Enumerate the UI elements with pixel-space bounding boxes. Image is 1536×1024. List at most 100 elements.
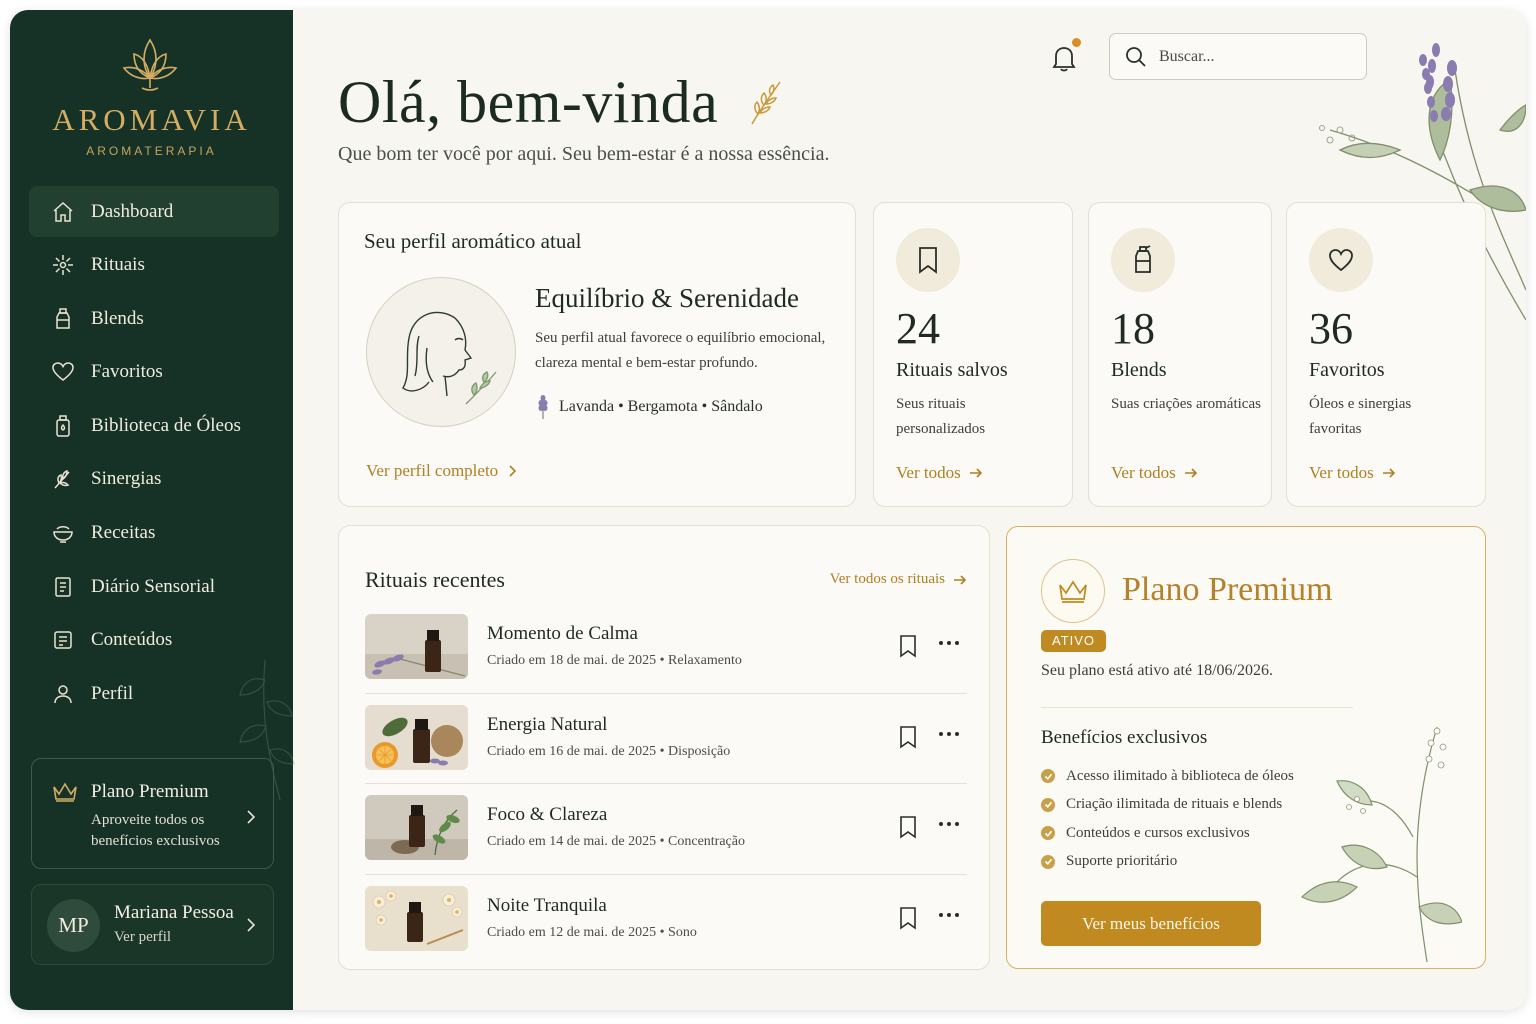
see-all-favoritos-link[interactable]: Ver todos: [1309, 463, 1396, 483]
search-box[interactable]: [1109, 33, 1367, 80]
more-options-icon[interactable]: [938, 730, 960, 738]
herb-illustration: [1300, 726, 1462, 962]
chevron-right-icon: [247, 918, 256, 932]
content-icon: [50, 627, 76, 653]
view-benefits-button[interactable]: Ver meus benefícios: [1041, 901, 1261, 946]
list-item[interactable]: Noite Tranquila Criado em 12 de mai. de …: [365, 875, 967, 966]
list-item[interactable]: Momento de Calma Criado em 18 de mai. de…: [365, 603, 967, 694]
sidebar-item-diario[interactable]: Diário Sensorial: [29, 561, 279, 612]
benefit-text: Suporte prioritário: [1066, 853, 1178, 870]
sidebar-item-sinergias[interactable]: Sinergias: [29, 454, 279, 505]
more-options-icon[interactable]: [938, 911, 960, 919]
sidebar-item-label: Blends: [91, 307, 144, 329]
premium-plan-panel: Plano Premium ATIVO Seu plano está ativo…: [1006, 526, 1486, 969]
stat-number: 24: [896, 304, 940, 353]
brand-name: AROMAVIA: [52, 102, 251, 137]
user-card[interactable]: MP Mariana Pessoa Ver perfil: [31, 884, 274, 965]
check-icon: [1041, 797, 1055, 812]
see-all-rituais-link[interactable]: Ver todos: [896, 463, 983, 483]
benefits-title: Benefícios exclusivos: [1041, 727, 1208, 748]
bookmark-icon[interactable]: [898, 634, 918, 658]
sprig-icon: [751, 81, 781, 125]
stat-description: Seus rituais personalizados: [896, 396, 986, 437]
ritual-thumbnail: [365, 614, 468, 679]
journal-icon: [50, 574, 76, 600]
sidebar-item-label: Conteúdos: [91, 629, 173, 651]
check-icon: [1041, 769, 1055, 784]
ritual-name: Noite Tranquila: [487, 894, 607, 916]
ritual-name: Energia Natural: [487, 713, 608, 735]
oil-library-icon: [50, 413, 76, 439]
lotus-logo-icon: [122, 38, 178, 91]
page-title: Olá, bem-vinda: [338, 69, 719, 135]
chevron-right-icon: [509, 465, 517, 477]
stat-card-rituais: 24 Rituais salvos Seus rituais personali…: [873, 202, 1073, 507]
brand-tagline: AROMATERAPIA: [86, 144, 217, 158]
sidebar-item-label: Favoritos: [91, 361, 163, 383]
stat-label: Rituais salvos: [896, 359, 1008, 381]
profile-card-heading: Seu perfil aromático atual: [364, 229, 582, 253]
search-icon: [1126, 46, 1146, 67]
view-profile-link[interactable]: Ver perfil: [114, 929, 171, 946]
ritual-meta: Criado em 12 de mai. de 2025 • Sono: [487, 924, 697, 940]
bookmark-icon[interactable]: [898, 906, 918, 930]
view-full-profile-link[interactable]: Ver perfil completo: [366, 461, 520, 481]
divider: [1041, 707, 1353, 708]
user-icon: [50, 681, 76, 707]
benefit-item: Criação ilimitada de rituais e blends: [1041, 791, 1294, 820]
search-input[interactable]: [1159, 47, 1339, 66]
stat-label: Blends: [1111, 359, 1167, 381]
bowl-icon: [50, 520, 76, 546]
more-options-icon[interactable]: [938, 820, 960, 828]
sidebar-item-label: Receitas: [91, 522, 156, 544]
recent-rituals-list: Momento de Calma Criado em 18 de mai. de…: [365, 603, 967, 965]
ritual-name: Foco & Clareza: [487, 804, 608, 825]
sidebar-premium-card[interactable]: Plano Premium Aproveite todos os benefíc…: [31, 758, 274, 869]
see-all-rituals-link[interactable]: Ver todos os rituais: [830, 571, 967, 588]
view-full-profile-label: Ver perfil completo: [366, 461, 499, 480]
ritual-meta: Criado em 16 de mai. de 2025 • Disposiçã…: [487, 743, 731, 759]
user-name: Mariana Pessoa: [114, 902, 234, 923]
status-badge: ATIVO: [1041, 630, 1107, 652]
stat-description: Suas criações aromáticas: [1111, 396, 1261, 412]
see-all-label: Ver todos: [1111, 463, 1176, 482]
ritual-meta: Criado em 18 de mai. de 2025 • Relaxamen…: [487, 653, 742, 668]
sidebar-item-biblioteca[interactable]: Biblioteca de Óleos: [29, 400, 279, 451]
sidebar-premium-title: Plano Premium: [91, 781, 209, 802]
ritual-meta: Criado em 14 de mai. de 2025 • Concentra…: [487, 834, 745, 849]
benefits-list: Acesso ilimitado à biblioteca de óleos C…: [1041, 762, 1294, 876]
bookmark-icon: [896, 228, 960, 292]
sidebar-item-rituais[interactable]: Rituais: [29, 240, 279, 291]
more-options-icon[interactable]: [938, 639, 960, 647]
recent-rituals-card: Rituais recentes Ver todos os rituais Mo…: [338, 525, 990, 970]
sparkle-icon: [50, 252, 76, 278]
sidebar-item-blends[interactable]: Blends: [29, 293, 279, 344]
ritual-name: Momento de Calma: [487, 623, 638, 644]
list-item[interactable]: Foco & Clareza Criado em 14 de mai. de 2…: [365, 784, 967, 875]
sidebar-item-label: Sinergias: [91, 468, 162, 490]
list-item[interactable]: Energia Natural Criado em 16 de mai. de …: [365, 694, 967, 784]
sidebar-item-label: Rituais: [91, 254, 145, 276]
sidebar-item-receitas[interactable]: Receitas: [29, 508, 279, 559]
avatar: MP: [47, 899, 100, 952]
see-all-blends-link[interactable]: Ver todos: [1111, 463, 1198, 483]
ritual-thumbnail: [365, 704, 468, 770]
sidebar: AROMAVIA AROMATERAPIA Dashboard Rituais …: [10, 10, 295, 1010]
bookmark-icon[interactable]: [898, 815, 918, 839]
premium-validity: Seu plano está ativo até 18/06/2026.: [1041, 662, 1273, 679]
check-icon: [1041, 826, 1055, 841]
stat-number: 18: [1111, 304, 1155, 353]
profile-title: Equilíbrio & Serenidade: [535, 283, 799, 313]
arrow-right-icon: [1184, 468, 1197, 478]
stat-card-favoritos: 36 Favoritos Óleos e sinergias favoritas…: [1286, 202, 1486, 507]
notification-bell-icon[interactable]: [1050, 43, 1078, 73]
sidebar-item-dashboard[interactable]: Dashboard: [29, 186, 279, 237]
sidebar-item-favoritos[interactable]: Favoritos: [29, 347, 279, 398]
stat-description: Óleos e sinergias favoritas: [1309, 396, 1412, 437]
heart-icon: [1309, 228, 1373, 292]
notification-dot: [1072, 38, 1081, 47]
stat-number: 36: [1309, 304, 1353, 353]
bookmark-icon[interactable]: [898, 725, 918, 749]
app-window: AROMAVIA AROMATERAPIA Dashboard Rituais …: [10, 10, 1526, 1010]
crown-icon: [53, 782, 77, 802]
